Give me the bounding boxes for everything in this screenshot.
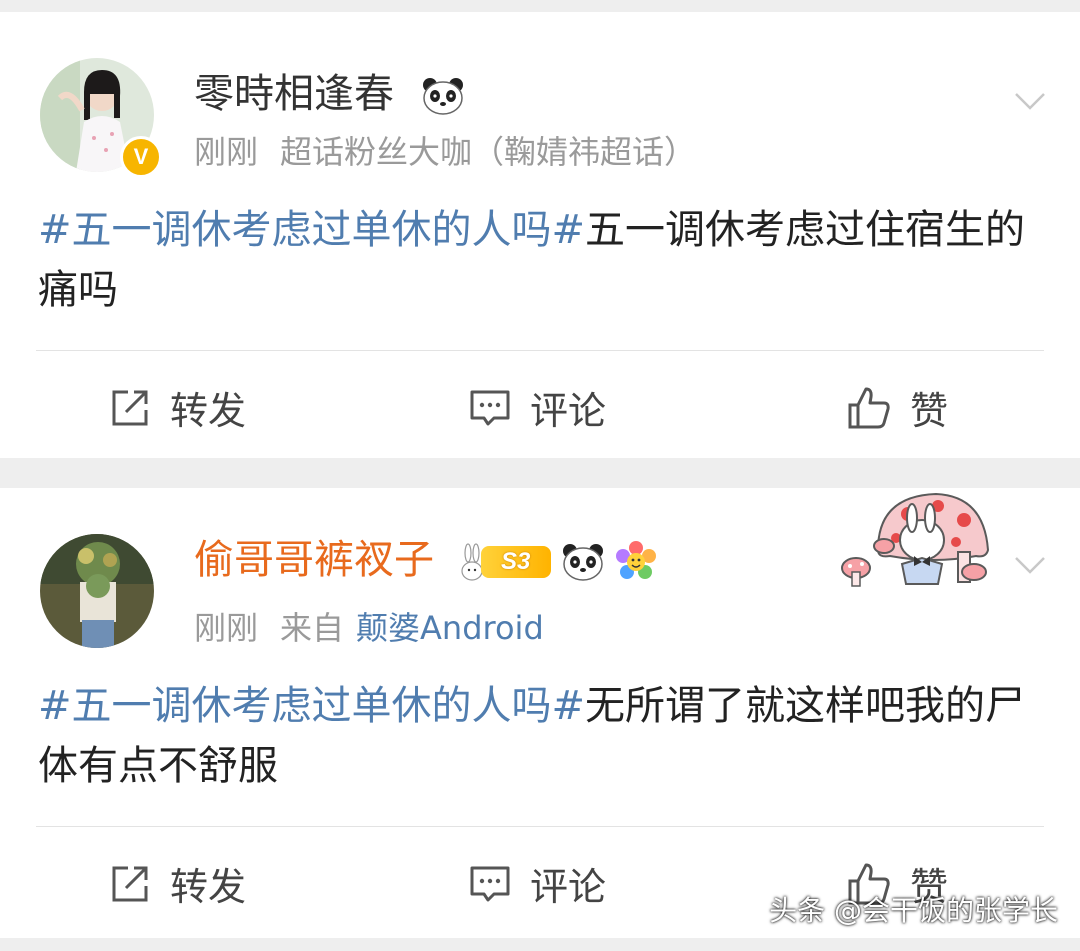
source-prefix: 来自 bbox=[280, 609, 345, 647]
username[interactable]: 偷哥哥裤衩子 S3 bbox=[194, 536, 657, 584]
repost-label: 转发 bbox=[170, 865, 247, 909]
username-text[interactable]: 偷哥哥裤衩子 bbox=[194, 537, 434, 583]
hashtag-link[interactable]: #五一调休考虑过单休的人吗# bbox=[38, 207, 585, 253]
comment-label: 评论 bbox=[530, 389, 607, 433]
post-meta: 刚刚 超话粉丝大咖（鞠婧祎超话） bbox=[194, 132, 718, 172]
avatar[interactable]: V bbox=[40, 58, 162, 178]
level-badge: S3 bbox=[480, 546, 551, 578]
post-card: 偷哥哥裤衩子 S3 刚刚 来自 颠婆Android #五一调休考虑过单休的人吗#… bbox=[0, 488, 1080, 938]
chevron-down-icon[interactable] bbox=[1012, 546, 1048, 582]
verified-badge: V bbox=[120, 136, 162, 178]
post-meta: 刚刚 来自 颠婆Android bbox=[194, 608, 566, 648]
chevron-down-icon[interactable] bbox=[1012, 82, 1048, 118]
watermark: 头条 @会干饭的张学长 bbox=[769, 894, 1058, 927]
post-text: #五一调休考虑过单休的人吗#五一调休考虑过住宿生的痛吗 bbox=[38, 200, 1042, 320]
username-text[interactable]: 零時相逢春 bbox=[194, 71, 394, 117]
like-icon bbox=[848, 387, 890, 428]
panda-icon bbox=[562, 544, 603, 581]
like-label: 赞 bbox=[910, 389, 949, 433]
post-card: V 零時相逢春 刚刚 超话粉丝大咖（鞠婧祎超话） #五一调休考虑过单休的人吗#五一… bbox=[0, 12, 1080, 458]
divider bbox=[36, 826, 1044, 827]
post-time: 刚刚 bbox=[194, 133, 259, 171]
comment-icon bbox=[470, 866, 510, 901]
comment-button[interactable]: 评论 bbox=[468, 856, 606, 911]
rabbit-icon bbox=[461, 543, 483, 581]
panda-icon bbox=[422, 78, 463, 115]
repost-icon bbox=[112, 866, 148, 901]
divider bbox=[36, 350, 1044, 351]
comment-button[interactable]: 评论 bbox=[468, 380, 606, 435]
post-source[interactable]: 超话粉丝大咖（鞠婧祎超话） bbox=[280, 133, 696, 171]
post-source[interactable]: 颠婆Android bbox=[356, 609, 544, 647]
post-time: 刚刚 bbox=[194, 609, 259, 647]
like-button[interactable]: 赞 bbox=[846, 380, 948, 435]
repost-button[interactable]: 转发 bbox=[108, 856, 246, 911]
flower-icon bbox=[615, 541, 656, 579]
comment-label: 评论 bbox=[530, 865, 607, 909]
hashtag-link[interactable]: #五一调休考虑过单休的人吗# bbox=[38, 683, 585, 729]
avatar[interactable] bbox=[40, 534, 154, 648]
repost-label: 转发 bbox=[170, 389, 247, 433]
username[interactable]: 零時相逢春 bbox=[194, 70, 465, 118]
repost-icon bbox=[112, 390, 148, 425]
repost-button[interactable]: 转发 bbox=[108, 380, 246, 435]
mushroom-sticker bbox=[841, 492, 990, 587]
post-text: #五一调休考虑过单休的人吗#无所谓了就这样吧我的尸体有点不舒服 bbox=[38, 676, 1042, 796]
comment-icon bbox=[470, 390, 510, 425]
